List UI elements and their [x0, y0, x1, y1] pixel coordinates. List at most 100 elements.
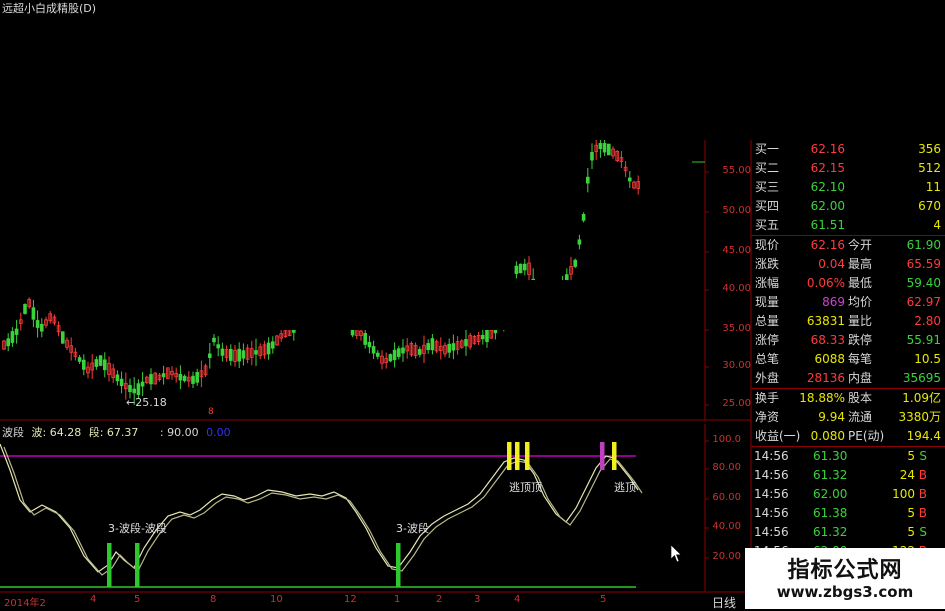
candle-body — [586, 176, 590, 184]
stat-label: 每笔 — [848, 352, 873, 366]
period-label[interactable]: 日线 — [712, 594, 736, 611]
bid-label: 买三 — [755, 180, 780, 194]
candle-body — [426, 343, 430, 351]
watermark-title: 指标公式网 — [787, 558, 903, 583]
candle-body — [464, 339, 468, 347]
tick-qty: 5 — [907, 525, 915, 539]
stat-label: 均价 — [848, 295, 873, 309]
stat-label: 跌停 — [848, 333, 873, 347]
fundamentals-list: 换手 18.88% 股本 1.09亿 净资 9.94 流通 3380万 收益(一) 0.080 PE… — [751, 389, 945, 446]
candle-body — [598, 142, 603, 150]
fund-value: 194.4 — [906, 429, 941, 443]
indicator-name: 波段 — [2, 426, 24, 439]
candle-body — [207, 353, 212, 358]
low-marker: 8 — [208, 407, 214, 417]
stat-label: 最低 — [848, 276, 873, 290]
stat-value: 10.5 — [914, 352, 941, 366]
bid-label: 买一 — [755, 142, 780, 156]
candle-body — [103, 359, 107, 371]
fund-value: 9.94 — [818, 410, 845, 424]
wave-annotation-1: 3-波段-波段 — [108, 522, 167, 535]
candle-body — [6, 338, 10, 347]
tick-price: 61.32 — [813, 525, 848, 539]
bid-list: 买一 62.16 356 买二 62.15 512 买三 62.10 11 买四 62.00 670 买… — [751, 140, 945, 235]
candle-body — [573, 259, 577, 267]
bid-row: 买一 62.16 356 — [751, 140, 945, 159]
price-axis-label: 45.00 — [722, 245, 751, 256]
candle-body — [367, 341, 372, 348]
time-axis-label: 3 — [474, 594, 481, 605]
stat-label: 内盘 — [848, 371, 873, 385]
fund-label: 净资 — [755, 410, 780, 424]
fund-value: 1.09亿 — [902, 391, 941, 405]
candle-body — [195, 372, 200, 383]
candle-body — [77, 357, 82, 362]
watermark-url: www.zbgs3.com — [776, 583, 914, 601]
fund-value: 3380万 — [898, 410, 941, 424]
buy-signal-bar — [135, 543, 140, 587]
stat-value: 35695 — [902, 371, 941, 385]
candle-body — [31, 307, 36, 320]
candle-body — [480, 334, 485, 340]
tick-qty: 24 — [899, 468, 915, 482]
candle-body — [607, 143, 611, 156]
tick-price: 61.32 — [813, 468, 848, 482]
tick-list: 14:56 61.30 5 S 14:56 61.32 24 B 14:56 62.00 100 B 1… — [751, 447, 945, 561]
stat-label: 现价 — [755, 238, 780, 252]
candle-body — [430, 338, 435, 351]
bid-row: 买五 61.51 4 — [751, 216, 945, 235]
stat-row: 现量 869 均价 62.97 — [751, 293, 945, 312]
fund-value: 0.080 — [810, 429, 845, 443]
time-axis-label: 12 — [344, 594, 357, 605]
fund-label: PE(动) — [848, 429, 885, 443]
sell-signal-bar — [600, 442, 605, 470]
candle-body — [241, 350, 246, 359]
tick-time: 14:56 — [754, 525, 789, 539]
stat-label: 现量 — [755, 295, 780, 309]
stat-value: 61.90 — [906, 238, 941, 252]
stat-value: 55.91 — [906, 333, 941, 347]
candle-body — [182, 375, 187, 382]
candle-body — [590, 152, 594, 161]
bid-row: 买二 62.15 512 — [751, 159, 945, 178]
stat-row: 涨跌 0.04 最高 65.59 — [751, 255, 945, 274]
stat-row: 总笔 6088 每笔 10.5 — [751, 350, 945, 369]
candle-body — [119, 378, 124, 387]
stat-label: 涨停 — [755, 333, 780, 347]
candle-body — [128, 384, 132, 393]
tick-qty: 5 — [907, 506, 915, 520]
tick-time: 14:56 — [754, 506, 789, 520]
buy-signal-bar — [107, 543, 112, 587]
tick-row: 14:56 62.00 100 B — [751, 485, 945, 504]
osc-axis-label: 100.0 — [712, 434, 741, 445]
candle-body — [23, 304, 27, 314]
candle-body — [228, 348, 233, 361]
bid-label: 买二 — [755, 161, 780, 175]
tick-price: 61.38 — [813, 506, 848, 520]
bid-volume: 356 — [918, 142, 941, 156]
tick-side: B — [918, 468, 927, 482]
app-title: 远超小白成精股(D) — [2, 2, 97, 15]
indicator-extra-value: 0.00 — [206, 426, 231, 439]
stat-value: 2.80 — [914, 314, 941, 328]
indicator-level-value: : 90.00 — [159, 426, 199, 439]
tick-side: B — [918, 506, 927, 520]
time-axis-label: 4 — [90, 594, 97, 605]
stat-value: 869 — [822, 295, 845, 309]
tick-time: 14:56 — [754, 468, 789, 482]
candle-body — [485, 329, 489, 342]
stat-value: 63831 — [806, 314, 845, 328]
stat-label: 外盘 — [755, 371, 780, 385]
bid-volume: 4 — [933, 218, 941, 232]
bid-price: 62.10 — [810, 180, 845, 194]
candle-body — [216, 344, 221, 349]
bid-price: 62.00 — [810, 199, 845, 213]
candle-body — [10, 331, 15, 343]
price-axis-label: 30.00 — [722, 360, 751, 371]
tick-side: S — [919, 449, 927, 463]
candle-body — [98, 355, 103, 366]
bid-row: 买三 62.10 11 — [751, 178, 945, 197]
candle-body — [375, 352, 380, 357]
bid-volume: 670 — [918, 199, 941, 213]
candle-body — [392, 349, 397, 361]
